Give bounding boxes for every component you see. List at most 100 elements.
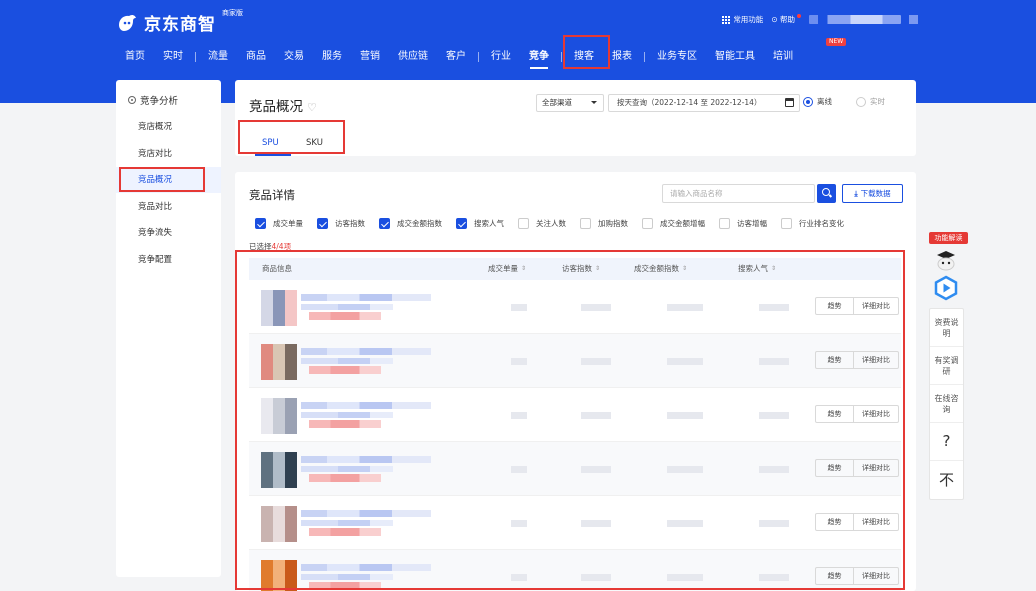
metric-checkbox-label: 成交金额指数 bbox=[397, 219, 442, 228]
metric-checkbox[interactable]: 访客指数 bbox=[317, 218, 365, 229]
nav-separator bbox=[561, 52, 562, 62]
survey-link[interactable]: 有奖调研 bbox=[930, 347, 963, 385]
metric-checkbox[interactable]: 成交金额增幅 bbox=[642, 218, 705, 229]
target-icon bbox=[128, 96, 136, 104]
sidebar-title: 竞争分析 bbox=[128, 93, 178, 107]
radio-realtime-label: 实时 bbox=[870, 97, 885, 106]
sidebar-item[interactable]: 竞店对比 bbox=[116, 141, 221, 167]
nav-separator bbox=[644, 52, 645, 62]
sidebar: 竞争分析 竞店概况 竞店对比 竞品概况 竞品对比 竞争流失 竞争配置 bbox=[116, 80, 221, 577]
search-button[interactable] bbox=[817, 184, 836, 203]
nav-item[interactable]: 业务专区 bbox=[648, 42, 706, 72]
metric-checkbox[interactable]: 成交单量 bbox=[255, 218, 303, 229]
main-nav: 首页 实时 流量 商品 交易 服务 营销 供应链 客户 行业 竞争 搜客 报表 业务专区 智能工具 培训 bbox=[116, 42, 802, 72]
calendar-icon[interactable] bbox=[785, 98, 794, 107]
nav-separator bbox=[478, 52, 479, 62]
nav-item[interactable]: 培训 bbox=[764, 42, 802, 72]
highlight-box-table bbox=[235, 250, 905, 590]
highlight-box-nav bbox=[563, 35, 610, 69]
checkbox-empty-icon[interactable] bbox=[642, 218, 653, 229]
page-title: 竞品概况 ♡ bbox=[249, 95, 317, 115]
metric-checkbox-label: 访客增幅 bbox=[737, 219, 767, 228]
nav-item[interactable]: 客户 bbox=[437, 42, 475, 72]
sidebar-item[interactable]: 竞争流失 bbox=[116, 220, 221, 246]
metric-checkbox[interactable]: 关注人数 bbox=[518, 218, 566, 229]
sidebar-title-label: 竞争分析 bbox=[140, 96, 179, 107]
nav-item[interactable]: 竞争 bbox=[520, 42, 558, 72]
back-to-top-icon[interactable]: 不 bbox=[930, 461, 963, 499]
checkbox-empty-icon[interactable] bbox=[580, 218, 591, 229]
nav-item[interactable]: 营销 bbox=[351, 42, 389, 72]
metric-checkbox-label: 访客指数 bbox=[335, 219, 365, 228]
grid-icon bbox=[722, 16, 731, 24]
favorite-heart-icon[interactable]: ♡ bbox=[307, 101, 317, 114]
nav-item[interactable]: 供应链 bbox=[389, 42, 437, 72]
radio-offline-label: 离线 bbox=[817, 97, 832, 106]
product-search-input[interactable]: 请输入商品名称 bbox=[662, 184, 815, 203]
user-account-redacted[interactable] bbox=[809, 15, 901, 24]
metric-checkbox[interactable]: 搜索人气 bbox=[456, 218, 504, 229]
metric-checkbox-label: 行业排名变化 bbox=[799, 219, 844, 228]
nav-item[interactable]: 商品 bbox=[237, 42, 275, 72]
checkbox-checked-icon[interactable] bbox=[456, 218, 467, 229]
checkbox-checked-icon[interactable] bbox=[317, 218, 328, 229]
radio-realtime-dot[interactable] bbox=[856, 96, 866, 107]
radio-offline[interactable]: 离线 bbox=[803, 96, 832, 107]
metric-checkbox[interactable]: 加购指数 bbox=[580, 218, 628, 229]
help-button[interactable]: ⊙ 帮助 bbox=[771, 14, 801, 25]
metric-checkbox[interactable]: 行业排名变化 bbox=[781, 218, 844, 229]
sidebar-item[interactable]: 竞品对比 bbox=[116, 194, 221, 220]
online-consult-link[interactable]: 在线咨询 bbox=[930, 385, 963, 423]
common-tools-label: 常用功能 bbox=[733, 15, 764, 24]
nav-separator bbox=[195, 52, 196, 62]
download-icon: ⤓ bbox=[854, 189, 858, 198]
jd-dog-logo-icon bbox=[116, 12, 138, 34]
channel-select-value: 全部渠道 bbox=[542, 98, 572, 107]
right-float-panel: 资费说明 有奖调研 在线咨询 ? 不 bbox=[929, 308, 964, 500]
radio-realtime[interactable]: 实时 bbox=[856, 96, 885, 107]
active-tab-indicator bbox=[255, 154, 291, 156]
logo-text: 京东商智 bbox=[144, 15, 216, 35]
nav-item[interactable]: 实时 bbox=[154, 42, 192, 72]
caret-down-icon bbox=[591, 101, 597, 104]
metric-checkbox[interactable]: 访客增幅 bbox=[719, 218, 767, 229]
sidebar-item[interactable]: 竞店概况 bbox=[116, 114, 221, 140]
highlight-box-tabs bbox=[238, 120, 345, 154]
help-label: 帮助 bbox=[780, 15, 795, 24]
date-range-value: 按天查询（2022-12-14 至 2022-12-14） bbox=[617, 98, 762, 107]
channel-select[interactable]: 全部渠道 bbox=[536, 94, 604, 112]
metric-checkbox-label: 加购指数 bbox=[598, 219, 628, 228]
new-badge: NEW bbox=[826, 38, 847, 46]
metric-checkbox-label: 搜索人气 bbox=[474, 219, 504, 228]
question-icon[interactable]: ? bbox=[930, 423, 963, 461]
logo[interactable]: 京东商智 商家版 bbox=[116, 9, 243, 35]
nav-item[interactable]: 服务 bbox=[313, 42, 351, 72]
checkbox-checked-icon[interactable] bbox=[255, 218, 266, 229]
checkbox-empty-icon[interactable] bbox=[781, 218, 792, 229]
nav-item[interactable]: 流量 bbox=[199, 42, 237, 72]
user-menu-redacted[interactable] bbox=[909, 15, 918, 24]
checkbox-empty-icon[interactable] bbox=[518, 218, 529, 229]
date-range-picker[interactable]: 按天查询（2022-12-14 至 2022-12-14） bbox=[608, 94, 800, 112]
video-play-icon[interactable] bbox=[933, 275, 959, 301]
mascot-icon[interactable] bbox=[934, 247, 958, 271]
nav-item[interactable]: 行业 bbox=[482, 42, 520, 72]
download-label: 下载数据 bbox=[860, 189, 891, 198]
sidebar-item[interactable]: 竞争配置 bbox=[116, 247, 221, 273]
download-button[interactable]: ⤓ 下载数据 bbox=[842, 184, 903, 203]
highlight-box-sidebar bbox=[119, 167, 205, 192]
feature-guide-badge[interactable]: 功能解读 bbox=[929, 232, 968, 244]
metric-checkbox-label: 成交单量 bbox=[273, 219, 303, 228]
checkbox-empty-icon[interactable] bbox=[719, 218, 730, 229]
common-tools-button[interactable]: 常用功能 bbox=[722, 14, 763, 25]
metric-checkbox[interactable]: 成交金额指数 bbox=[379, 218, 442, 229]
metric-checkbox-label: 成交金额增幅 bbox=[660, 219, 705, 228]
pricing-info-link[interactable]: 资费说明 bbox=[930, 309, 963, 347]
nav-item[interactable]: 智能工具 bbox=[706, 42, 764, 72]
metric-checkbox-label: 关注人数 bbox=[536, 219, 566, 228]
checkbox-checked-icon[interactable] bbox=[379, 218, 390, 229]
nav-item[interactable]: 交易 bbox=[275, 42, 313, 72]
nav-item[interactable]: 首页 bbox=[116, 42, 154, 72]
radio-offline-dot[interactable] bbox=[803, 96, 813, 107]
page-title-label: 竞品概况 bbox=[249, 99, 303, 115]
